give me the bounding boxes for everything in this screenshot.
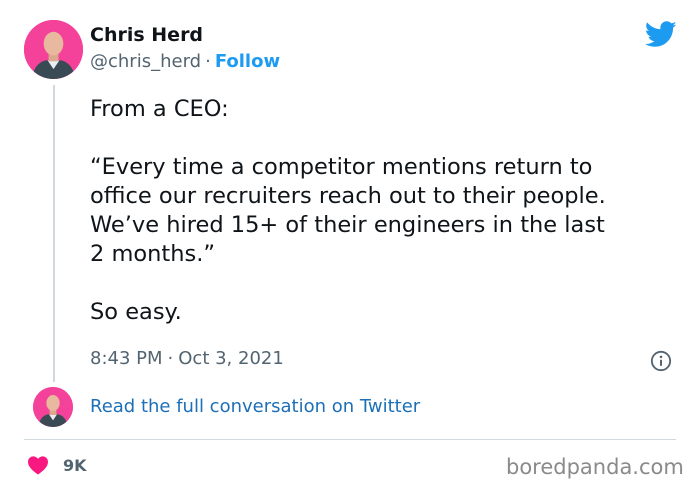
twitter-bird-icon[interactable] <box>645 21 677 48</box>
tweet-time: 8:43 PM <box>90 348 163 369</box>
tweet-timestamp[interactable]: 8:43 PM · Oct 3, 2021 <box>90 348 284 369</box>
tweet-date: Oct 3, 2021 <box>178 348 284 369</box>
tweet-line: We’ve hired 15+ of their engineers in th… <box>90 212 605 238</box>
thread-line <box>53 85 55 382</box>
tweet-line: From a CEO: <box>90 96 229 122</box>
tweet-line: “Every time a competitor mentions return… <box>90 154 593 180</box>
like-button[interactable]: 9K <box>27 454 87 476</box>
tweet-line: So easy. <box>90 299 182 325</box>
author-handle[interactable]: @chris_herd <box>90 51 201 72</box>
author-name[interactable]: Chris Herd <box>90 24 203 46</box>
like-count: 9K <box>63 455 87 475</box>
heart-icon <box>28 456 48 475</box>
author-meta: @chris_herd · Follow <box>90 51 280 72</box>
author-avatar[interactable] <box>24 20 83 79</box>
conversation-avatar[interactable] <box>33 387 73 427</box>
tweet-line: 2 months.” <box>90 241 216 267</box>
watermark: boredpanda.com <box>506 455 684 479</box>
meta-separator: · <box>205 51 211 72</box>
tweet-line: office our recruiters reach out to their… <box>90 183 606 209</box>
info-icon[interactable] <box>650 350 672 372</box>
read-conversation-link[interactable]: Read the full conversation on Twitter <box>90 396 420 417</box>
follow-link[interactable]: Follow <box>215 51 280 72</box>
timestamp-separator: · <box>167 348 174 369</box>
tweet-text: From a CEO: “Every time a competitor men… <box>90 95 690 327</box>
divider <box>24 439 676 440</box>
